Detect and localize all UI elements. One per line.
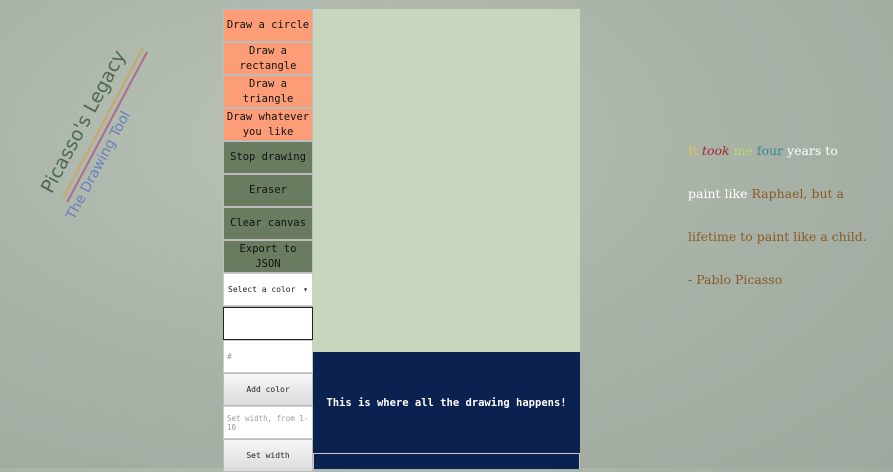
quote-author: - Pablo Picasso bbox=[688, 272, 783, 287]
quote-text: lifetime to paint like a child. bbox=[688, 229, 867, 244]
quote-word: It bbox=[688, 143, 698, 158]
draw-freehand-button[interactable]: Draw whatever you like bbox=[223, 108, 313, 141]
info-panel: This is where all the drawing happens! bbox=[313, 352, 580, 453]
info-footer-bar bbox=[313, 453, 580, 469]
app-logo: Picasso's Legacy The Drawing Tool bbox=[10, 40, 148, 222]
quote-line-3: lifetime to paint like a child. bbox=[688, 223, 888, 266]
quote-line-2: paint like Raphael, but a bbox=[688, 180, 888, 223]
clear-canvas-button[interactable]: Clear canvas bbox=[223, 207, 313, 240]
draw-triangle-button[interactable]: Draw a triangle bbox=[223, 75, 313, 108]
info-message: This is where all the drawing happens! bbox=[326, 396, 567, 409]
quote-word: years to bbox=[787, 143, 838, 158]
hex-color-input[interactable]: # bbox=[223, 340, 313, 373]
draw-circle-button[interactable]: Draw a circle bbox=[223, 9, 313, 42]
chevron-down-icon: ▾ bbox=[303, 285, 308, 294]
width-input[interactable]: Set width, from 1-10 bbox=[223, 406, 313, 439]
quote-text: Raphael, but a bbox=[751, 186, 844, 201]
eraser-button[interactable]: Eraser bbox=[223, 174, 313, 207]
draw-rectangle-button[interactable]: Draw a rectangle bbox=[223, 42, 313, 75]
drawing-canvas[interactable] bbox=[313, 9, 580, 352]
quote-word: me bbox=[733, 143, 753, 158]
quote-word: took bbox=[701, 143, 730, 158]
picasso-quote: It took me four years to paint like Raph… bbox=[688, 137, 888, 309]
set-width-button[interactable]: Set width bbox=[223, 439, 313, 472]
quote-word: four bbox=[756, 143, 784, 158]
color-select[interactable]: Select a color ▾ bbox=[223, 273, 313, 306]
quote-author-line: - Pablo Picasso bbox=[688, 266, 888, 309]
add-color-button[interactable]: Add color bbox=[223, 373, 313, 406]
quote-line-1: It took me four years to bbox=[688, 137, 888, 180]
quote-text: paint like bbox=[688, 186, 748, 201]
color-preview-swatch[interactable] bbox=[223, 307, 313, 340]
drawing-toolbar: Draw a circle Draw a rectangle Draw a tr… bbox=[223, 9, 313, 472]
stop-drawing-button[interactable]: Stop drawing bbox=[223, 141, 313, 174]
color-select-label: Select a color bbox=[228, 285, 296, 294]
export-json-button[interactable]: Export to JSON bbox=[223, 240, 313, 273]
